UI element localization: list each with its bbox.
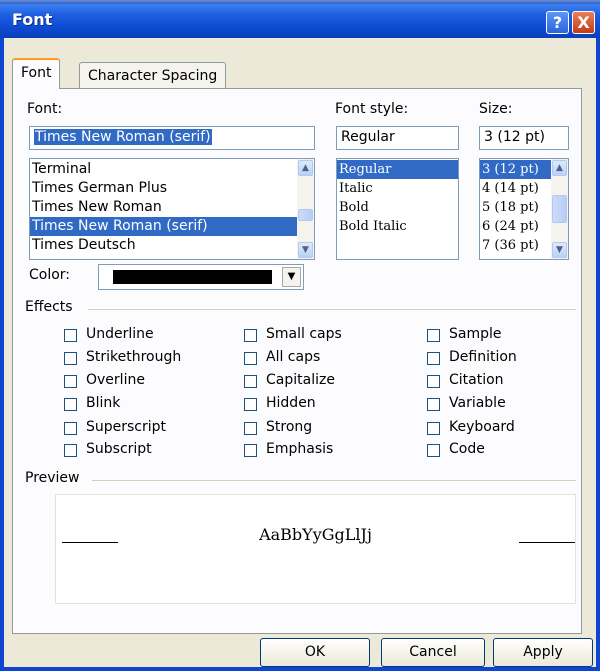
- checkbox-label: Overline: [86, 372, 145, 388]
- checkbox[interactable]: [244, 352, 257, 365]
- dialog-client-area: Font Character Spacing Font: Times New R…: [4, 38, 596, 667]
- list-item[interactable]: Bold: [337, 198, 458, 217]
- checkbox-label: Code: [449, 441, 485, 457]
- color-swatch: [113, 270, 272, 284]
- checkbox-label: Capitalize: [266, 372, 335, 388]
- checkbox-label: Blink: [86, 395, 121, 411]
- checkbox-label: Hidden: [266, 395, 316, 411]
- preview-group-label: Preview: [25, 470, 86, 486]
- scroll-thumb[interactable]: [552, 195, 567, 223]
- window-title: Font: [12, 10, 53, 29]
- checkbox[interactable]: [427, 329, 440, 342]
- list-item[interactable]: 3 (12 pt): [480, 160, 551, 179]
- list-item[interactable]: Times Deutsch: [30, 236, 314, 255]
- font-list[interactable]: Terminal Times German Plus Times New Rom…: [29, 158, 315, 260]
- checkbox-label: Strikethrough: [86, 349, 182, 365]
- font-style-label: Font style:: [335, 101, 409, 117]
- checkbox[interactable]: [427, 422, 440, 435]
- list-item[interactable]: Terminal: [30, 160, 314, 179]
- checkbox[interactable]: [427, 444, 440, 457]
- color-dropdown[interactable]: ▼: [98, 264, 304, 290]
- checkbox-label: Sample: [449, 326, 502, 342]
- chevron-up-icon[interactable]: ▲: [298, 160, 313, 176]
- checkbox[interactable]: [64, 375, 77, 388]
- checkbox[interactable]: [427, 398, 440, 411]
- chevron-up-icon[interactable]: ▲: [552, 160, 567, 176]
- font-label: Font:: [27, 101, 63, 117]
- list-item[interactable]: Times New Roman: [30, 198, 314, 217]
- cancel-button[interactable]: Cancel: [381, 638, 485, 667]
- checkbox-label: Variable: [449, 395, 506, 411]
- list-item[interactable]: Times New Roman (serif): [30, 217, 297, 236]
- checkbox-label: Subscript: [86, 441, 152, 457]
- size-scrollbar[interactable]: ▲ ▼: [551, 159, 568, 259]
- font-name-value: Times New Roman (serif): [34, 129, 212, 145]
- checkbox[interactable]: [244, 422, 257, 435]
- checkbox-label: Superscript: [86, 419, 167, 435]
- checkbox[interactable]: [64, 329, 77, 342]
- font-style-field[interactable]: Regular: [336, 126, 459, 150]
- checkbox-label: Citation: [449, 372, 504, 388]
- checkbox[interactable]: [244, 329, 257, 342]
- title-bar[interactable]: Font ? X: [0, 4, 600, 38]
- close-icon[interactable]: X: [572, 11, 595, 34]
- font-style-list[interactable]: Regular Italic Bold Bold Italic: [336, 158, 459, 260]
- size-field[interactable]: 3 (12 pt): [479, 126, 569, 150]
- list-item[interactable]: Times German Plus: [30, 179, 314, 198]
- preview-sample-text: AaBbYyGgLlJj: [259, 525, 372, 544]
- list-item[interactable]: Italic: [337, 179, 458, 198]
- triangle-down-icon[interactable]: ▼: [282, 267, 301, 287]
- font-name-field[interactable]: Times New Roman (serif): [29, 126, 315, 150]
- preview-divider: [92, 480, 576, 481]
- checkbox[interactable]: [64, 422, 77, 435]
- preview-rule-right: [519, 542, 575, 543]
- checkbox[interactable]: [64, 352, 77, 365]
- checkbox[interactable]: [64, 398, 77, 411]
- checkbox-label: Emphasis: [266, 441, 334, 457]
- checkbox-label: Underline: [86, 326, 154, 342]
- size-list[interactable]: 3 (12 pt) 4 (14 pt) 5 (18 pt) 6 (24 pt) …: [479, 158, 569, 260]
- checkbox-label: Strong: [266, 419, 313, 435]
- scroll-thumb[interactable]: [298, 209, 313, 221]
- color-label: Color:: [29, 267, 71, 283]
- checkbox-label: All caps: [266, 349, 321, 365]
- ok-button[interactable]: OK: [260, 638, 370, 667]
- checkbox[interactable]: [244, 398, 257, 411]
- effects-divider: [88, 309, 576, 310]
- checkbox[interactable]: [427, 352, 440, 365]
- font-scrollbar[interactable]: ▲ ▼: [297, 159, 314, 259]
- font-dialog: Font ? X Font Character Spacing Font: Ti…: [0, 4, 600, 671]
- list-item[interactable]: Bold Italic: [337, 217, 458, 236]
- checkbox-label: Definition: [449, 349, 517, 365]
- effects-group-label: Effects: [25, 299, 79, 315]
- preview-area: AaBbYyGgLlJj: [55, 494, 576, 604]
- checkbox[interactable]: [244, 444, 257, 457]
- chevron-down-icon[interactable]: ▼: [552, 242, 567, 258]
- chevron-down-icon[interactable]: ▼: [298, 242, 313, 258]
- apply-button[interactable]: Apply: [493, 638, 593, 667]
- tab-character-spacing[interactable]: Character Spacing: [79, 62, 227, 90]
- checkbox[interactable]: [64, 444, 77, 457]
- size-label: Size:: [479, 101, 513, 117]
- list-item[interactable]: Regular: [337, 160, 458, 179]
- checkbox[interactable]: [244, 375, 257, 388]
- tab-font[interactable]: Font: [12, 58, 61, 89]
- checkbox-label: Keyboard: [449, 419, 515, 435]
- checkbox[interactable]: [427, 375, 440, 388]
- checkbox-label: Small caps: [266, 326, 342, 342]
- help-icon[interactable]: ?: [546, 11, 569, 34]
